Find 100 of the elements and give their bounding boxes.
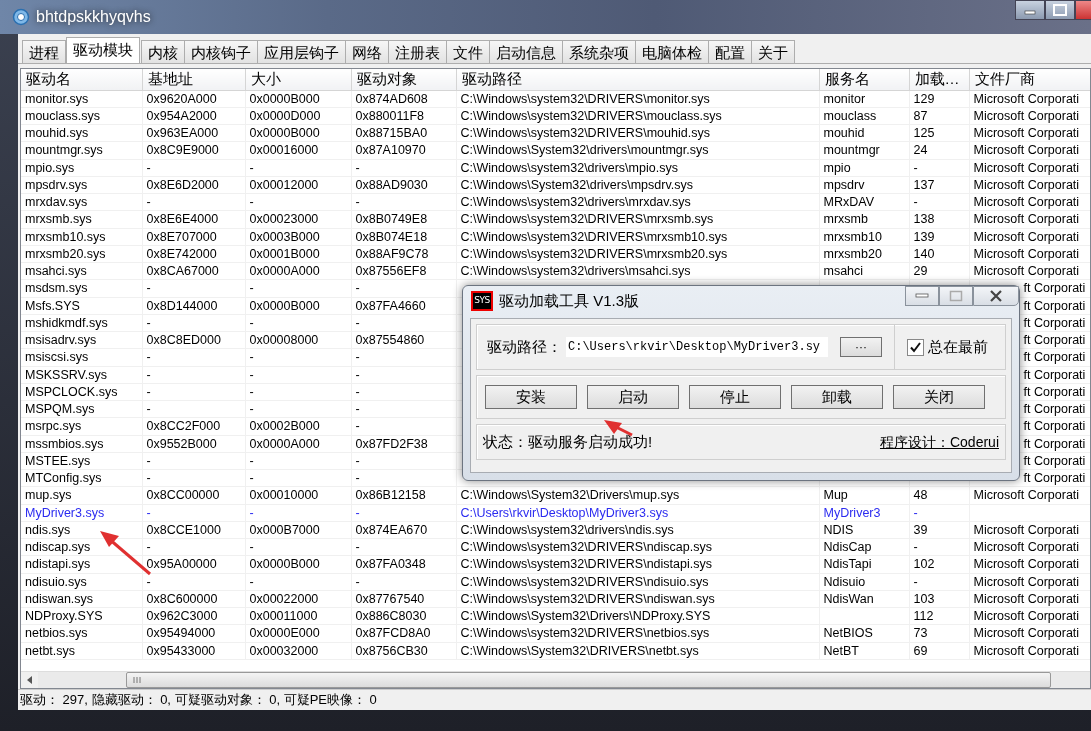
table-cell: - xyxy=(351,504,456,521)
tab[interactable]: 驱动模块 xyxy=(66,37,140,63)
table-cell: mpsdrv.sys xyxy=(21,176,142,194)
table-cell: Mup xyxy=(819,486,909,504)
table-cell: 0x95433000 xyxy=(142,642,245,659)
tab[interactable]: 注册表 xyxy=(388,40,447,63)
table-cell: 0x87554860 xyxy=(351,331,456,349)
checkmark-icon xyxy=(909,340,922,354)
dialog-button[interactable]: 停止 xyxy=(689,385,781,409)
table-cell: monitor.sys xyxy=(21,90,142,107)
column-header[interactable]: 加载… xyxy=(909,69,969,90)
column-header[interactable]: 服务名 xyxy=(819,69,909,90)
dialog-button[interactable]: 卸载 xyxy=(791,385,883,409)
table-cell: NDProxy.SYS xyxy=(21,607,142,625)
checkbox[interactable] xyxy=(907,338,924,356)
dialog-button[interactable]: 启动 xyxy=(587,385,679,409)
table-cell: C:\Windows\system32\drivers\mrxdav.sys xyxy=(456,193,819,211)
table-cell: mrxsmb10 xyxy=(819,228,909,245)
dialog-button[interactable]: 关闭 xyxy=(893,385,985,409)
table-cell: mouclass xyxy=(819,107,909,125)
column-header[interactable]: 大小 xyxy=(245,69,351,90)
table-cell: Microsoft Corporati xyxy=(969,141,1090,159)
table-cell: 0x8756CB30 xyxy=(351,642,456,659)
table-cell: 0x8E707000 xyxy=(142,228,245,245)
table-cell: mrxsmb10.sys xyxy=(21,228,142,245)
table-cell: 0x0000A000 xyxy=(245,435,351,452)
table-cell: 0x86B12158 xyxy=(351,486,456,504)
table-cell: - xyxy=(351,366,456,383)
table-cell: 24 xyxy=(909,141,969,159)
table-cell: 0x874AD608 xyxy=(351,90,456,107)
table-cell: - xyxy=(351,538,456,556)
minimize-button[interactable] xyxy=(905,286,939,306)
table-cell: Microsoft Corporati xyxy=(969,159,1090,176)
table-cell: C:\Windows\System32\drivers\mpsdrv.sys xyxy=(456,176,819,194)
table-cell: mrxsmb.sys xyxy=(21,210,142,228)
table-cell: - xyxy=(142,469,245,487)
table-cell: 137 xyxy=(909,176,969,194)
table-cell: - xyxy=(245,573,351,590)
browse-button[interactable]: ··· xyxy=(840,337,882,357)
table-cell: - xyxy=(351,400,456,418)
table-cell: - xyxy=(351,193,456,211)
table-cell: 129 xyxy=(909,90,969,107)
table-cell: mouhid xyxy=(819,124,909,142)
minimize-button[interactable] xyxy=(1015,0,1045,20)
column-header[interactable]: 驱动路径 xyxy=(456,69,819,90)
table-cell: 0x00011000 xyxy=(245,607,351,625)
maximize-icon xyxy=(949,290,963,302)
close-button[interactable] xyxy=(1075,0,1091,20)
table-cell: - xyxy=(142,383,245,401)
close-button[interactable] xyxy=(973,286,1019,306)
table-cell: - xyxy=(909,538,969,556)
scroll-left-button[interactable] xyxy=(21,672,38,688)
tab[interactable]: 电脑体检 xyxy=(635,40,709,63)
table-cell: 0x0000B000 xyxy=(245,124,351,142)
table-cell: C:\Windows\system32\drivers\mpio.sys xyxy=(456,159,819,176)
table-cell: 0x9552B000 xyxy=(142,435,245,452)
table-cell: C:\Windows\System32\DRIVERS\netbt.sys xyxy=(456,642,819,659)
tab[interactable]: 网络 xyxy=(345,40,389,63)
tab[interactable]: 内核钩子 xyxy=(184,40,258,63)
table-cell: - xyxy=(142,279,245,297)
maximize-button[interactable] xyxy=(1045,0,1075,20)
table-cell: 0x8CCE1000 xyxy=(142,521,245,539)
column-header[interactable]: 文件厂商 xyxy=(969,69,1090,90)
table-cell: 0x8C9E9000 xyxy=(142,141,245,159)
table-cell: - xyxy=(142,159,245,176)
path-field[interactable]: C:\Users\rkvir\Desktop\MyDriver3.sy xyxy=(566,337,828,357)
tab[interactable]: 系统杂项 xyxy=(562,40,636,63)
table-cell: 0x0000B000 xyxy=(245,90,351,107)
table-cell: - xyxy=(142,538,245,556)
table-cell: - xyxy=(142,193,245,211)
table-cell: 87 xyxy=(909,107,969,125)
table-cell: MTConfig.sys xyxy=(21,469,142,487)
table-cell: - xyxy=(245,400,351,418)
table-cell: 0x0001B000 xyxy=(245,245,351,263)
table-cell: Microsoft Corporati xyxy=(969,486,1090,504)
status-text: 状态：驱动服务启动成功! xyxy=(483,433,653,451)
table-cell: Microsoft Corporati xyxy=(969,624,1090,642)
tab[interactable]: 内核 xyxy=(141,40,185,63)
tab[interactable]: 配置 xyxy=(708,40,752,63)
table-cell: mountmgr xyxy=(819,141,909,159)
tab[interactable]: 进程 xyxy=(22,40,66,63)
tab[interactable]: 应用层钩子 xyxy=(257,40,346,63)
table-cell: C:\Windows\system32\DRIVERS\mouclass.sys xyxy=(456,107,819,125)
table-cell: Microsoft Corporati xyxy=(969,573,1090,590)
column-header[interactable]: 基地址 xyxy=(142,69,245,90)
dialog-button[interactable]: 安装 xyxy=(485,385,577,409)
credit-link[interactable]: 程序设计：Coderui xyxy=(879,431,999,453)
tab[interactable]: 文件 xyxy=(446,40,490,63)
table-cell: mpsdrv xyxy=(819,176,909,194)
table-cell: 0x0000E000 xyxy=(245,624,351,642)
table-cell: 48 xyxy=(909,486,969,504)
tab[interactable]: 关于 xyxy=(751,40,795,63)
table-cell: MyDriver3 xyxy=(819,504,909,521)
column-header[interactable]: 驱动对象 xyxy=(351,69,456,90)
table-cell: mssmbios.sys xyxy=(21,435,142,452)
path-label: 驱动路径： xyxy=(487,336,562,357)
column-header[interactable]: 驱动名 xyxy=(21,69,142,90)
table-cell: 0x0000D000 xyxy=(245,107,351,125)
tab[interactable]: 启动信息 xyxy=(489,40,563,63)
table-cell: mrxsmb20 xyxy=(819,245,909,263)
